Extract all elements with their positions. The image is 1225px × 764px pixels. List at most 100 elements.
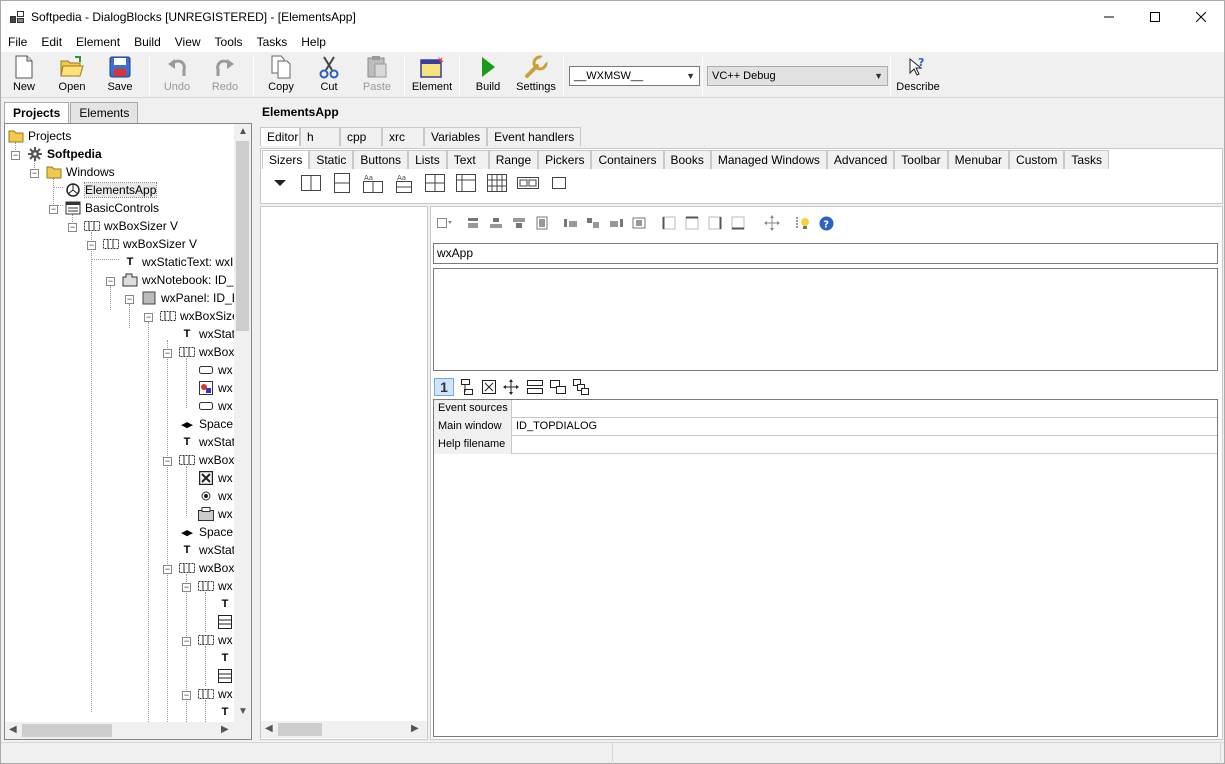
redo-button[interactable]: Redo: [202, 55, 248, 97]
property-page-1-button[interactable]: 1: [434, 378, 454, 396]
tab-managed-windows[interactable]: Managed Windows: [710, 150, 827, 169]
tab-books[interactable]: Books: [663, 150, 711, 169]
tab-h[interactable]: h: [300, 127, 340, 146]
scroll-right-icon[interactable]: ▶: [221, 724, 229, 735]
describe-button[interactable]: ? Describe: [895, 55, 941, 97]
minimize-button[interactable]: [1086, 1, 1132, 32]
help-circle-icon[interactable]: ?: [818, 215, 834, 231]
tab-toolbar[interactable]: Toolbar: [894, 150, 948, 169]
property-row[interactable]: Event sources: [434, 400, 1217, 418]
tree-item-statictext[interactable]: T wxStat: [179, 541, 235, 559]
scroll-up-icon[interactable]: ▲: [238, 126, 248, 137]
tab-lists[interactable]: Lists: [408, 150, 447, 169]
move-icon[interactable]: [764, 215, 780, 231]
vertical-sizer-icon[interactable]: [331, 172, 353, 194]
paste-button[interactable]: Paste: [354, 55, 400, 97]
tree-item-basiccontrols[interactable]: BasicControls: [65, 199, 159, 217]
tree-item-statictext[interactable]: T wxStat: [179, 433, 235, 451]
tab-editor[interactable]: Editor: [260, 127, 300, 146]
tree-vertical-scrollbar[interactable]: ▲ ▼: [234, 124, 251, 722]
tree-item-checkbox[interactable]: wx: [198, 469, 233, 487]
tree-item-panel[interactable]: wxPanel: ID_E: [141, 289, 240, 307]
cascade-windows-icon[interactable]: [550, 379, 566, 395]
tree-item-choice[interactable]: wx: [198, 505, 233, 523]
settings-button[interactable]: Settings: [513, 55, 559, 97]
element-button[interactable]: Element: [409, 55, 455, 97]
static-box-sizer-h-icon[interactable]: Aa: [362, 172, 384, 194]
align-top-icon[interactable]: [465, 215, 481, 231]
tree-horizontal-scrollbar[interactable]: ◀ ▶: [5, 722, 251, 739]
property-value[interactable]: ID_TOPDIALOG: [516, 418, 597, 436]
border-right-icon[interactable]: [707, 215, 723, 231]
border-bottom-icon[interactable]: [730, 215, 746, 231]
property-row[interactable]: Help filename: [434, 436, 1217, 454]
tab-pickers[interactable]: Pickers: [538, 150, 592, 169]
menu-element[interactable]: Element: [69, 32, 127, 52]
scroll-left-icon[interactable]: ◀: [9, 724, 17, 735]
tab-event-handlers[interactable]: Event handlers: [487, 127, 582, 146]
copy-button[interactable]: Copy: [258, 55, 304, 97]
align-center-icon[interactable]: [585, 215, 601, 231]
tip-bulb-icon[interactable]: [795, 215, 811, 231]
tab-menubar[interactable]: Menubar: [947, 150, 1010, 169]
tab-variables[interactable]: Variables: [424, 127, 488, 146]
tab-buttons[interactable]: Buttons: [353, 150, 409, 169]
tree-item-elementsapp[interactable]: ElementsApp: [65, 181, 158, 199]
tree-item-boxsizer[interactable]: wx: [198, 685, 233, 703]
wrap-sizer-icon[interactable]: [517, 172, 539, 194]
tree-item-spacer[interactable]: ◂▸ Space: [179, 415, 233, 433]
build-button[interactable]: Build: [465, 55, 511, 97]
spacer-box-icon[interactable]: [548, 172, 570, 194]
tree-item-spacer[interactable]: ◂▸ Space: [179, 523, 233, 541]
tree-item-windows[interactable]: Windows: [46, 163, 115, 181]
description-box[interactable]: [433, 268, 1218, 371]
close-button[interactable]: [1178, 1, 1224, 32]
scroll-down-icon[interactable]: ▼: [238, 706, 248, 717]
scroll-thumb[interactable]: [236, 141, 249, 331]
open-button[interactable]: Open: [49, 55, 95, 97]
tab-containers[interactable]: Containers: [591, 150, 664, 169]
property-row[interactable]: Main window ID_TOPDIALOG: [434, 418, 1217, 436]
scroll-thumb[interactable]: [278, 723, 322, 736]
tab-advanced[interactable]: Advanced: [826, 150, 895, 169]
element-editor-pane[interactable]: ◀ ▶: [260, 206, 428, 740]
platform-select[interactable]: __WXMSW__ ▼: [569, 66, 700, 86]
tree-item-softpedia[interactable]: Softpedia: [27, 145, 102, 163]
tab-elements[interactable]: Elements: [70, 102, 139, 123]
menu-tasks[interactable]: Tasks: [250, 32, 295, 52]
project-tree[interactable]: − − − − − − − − − − − − − − Projects Sof…: [4, 123, 252, 740]
menu-view[interactable]: View: [168, 32, 208, 52]
maximize-button[interactable]: [1132, 1, 1178, 32]
tree-item-radio[interactable]: wx: [198, 487, 233, 505]
tree-item-boxsizer[interactable]: wx: [198, 577, 233, 595]
tab-custom[interactable]: Custom: [1009, 150, 1065, 169]
tree-item-notebook[interactable]: wxNotebook: ID_: [122, 271, 233, 289]
expand-icon[interactable]: [534, 215, 550, 231]
tab-sizers[interactable]: Sizers: [262, 150, 310, 169]
tab-projects[interactable]: Projects: [4, 102, 70, 124]
align-left-icon[interactable]: [563, 215, 579, 231]
new-button[interactable]: New: [1, 55, 47, 97]
tab-text[interactable]: Text: [446, 150, 489, 169]
menu-build[interactable]: Build: [127, 32, 168, 52]
menu-file[interactable]: File: [1, 32, 34, 52]
tab-range[interactable]: Range: [488, 150, 539, 169]
tree-item-bitmap[interactable]: wx: [198, 379, 233, 397]
tab-xrc[interactable]: xrc: [382, 127, 424, 146]
app-class-field[interactable]: wxApp: [433, 243, 1218, 264]
grid-sizer-icon[interactable]: [424, 172, 446, 194]
menu-help[interactable]: Help: [294, 32, 333, 52]
flex-grid-sizer-icon[interactable]: [455, 172, 477, 194]
border-top-icon[interactable]: [684, 215, 700, 231]
align-right-icon[interactable]: [608, 215, 624, 231]
tree-item-boxsizer[interactable]: wxBoxSize: [160, 307, 239, 325]
tree-item-statictext[interactable]: T wxStaticText: wxI: [122, 253, 234, 271]
scroll-left-icon[interactable]: ◀: [265, 723, 273, 734]
align-middle-icon[interactable]: [488, 215, 504, 231]
scroll-thumb[interactable]: [22, 724, 112, 737]
editor-horizontal-scrollbar[interactable]: ◀ ▶: [261, 721, 427, 738]
split-horizontal-icon[interactable]: [527, 379, 543, 395]
tree-item-boxsizer[interactable]: wxBoxSizer V: [103, 235, 197, 253]
tab-tasks[interactable]: Tasks: [1064, 150, 1110, 169]
gridbag-sizer-icon[interactable]: [486, 172, 508, 194]
